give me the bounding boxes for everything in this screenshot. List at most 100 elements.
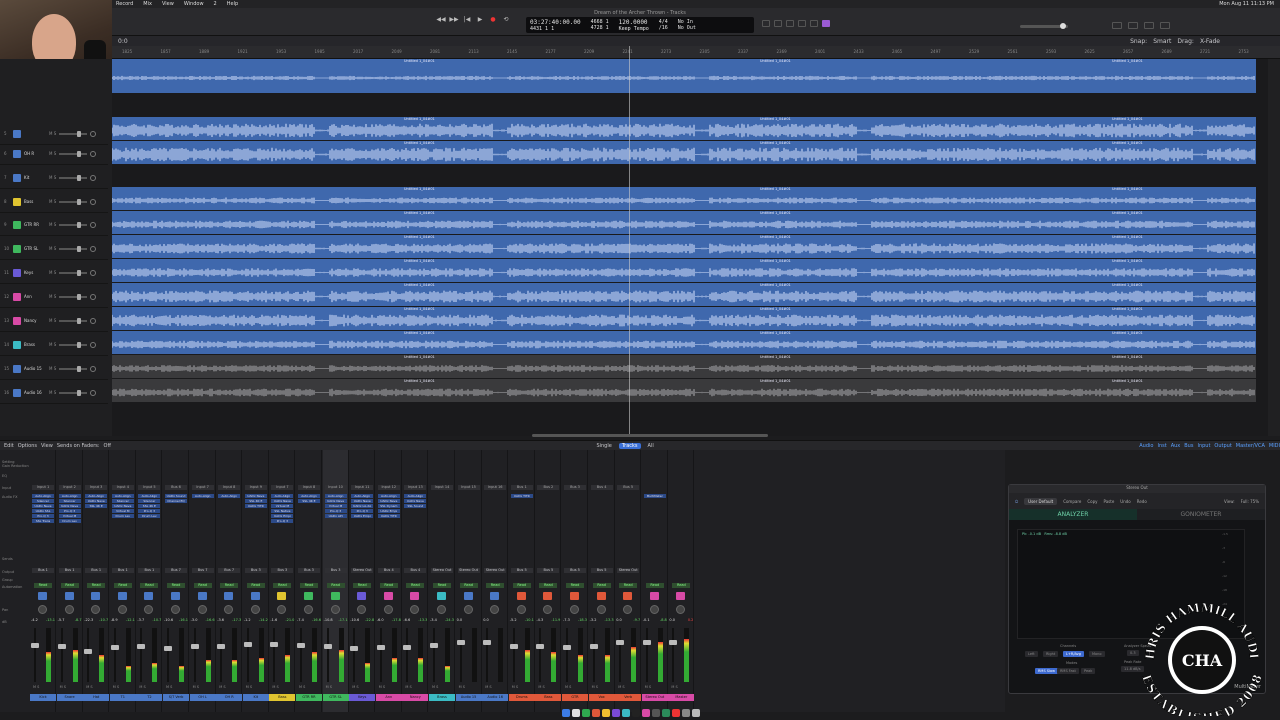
track-header[interactable]: 13 Nancy M S (0, 310, 108, 332)
peak-readout[interactable]: -10.7 (152, 618, 161, 622)
volume-readout[interactable]: -3.6 (217, 618, 224, 622)
audio-fx-slot[interactable]: UADx Neve (111, 504, 134, 508)
output-slot[interactable]: Stereo Out (431, 568, 453, 573)
region-label[interactable]: Untitled 1_04#01 (760, 187, 791, 191)
playhead[interactable] (629, 46, 630, 436)
peak-readout[interactable]: -13.3 (418, 618, 427, 622)
dock-app-icon[interactable] (582, 709, 590, 717)
pan-knob[interactable] (543, 605, 553, 614)
output-slot[interactable]: Bus 3 (244, 568, 267, 573)
volume-readout[interactable]: -3.0 (191, 618, 198, 622)
audio-fx-slot[interactable]: UADx Neve (271, 499, 294, 503)
list-editors-icon[interactable] (1112, 22, 1122, 29)
go-to-start-icon[interactable]: |◀ (462, 14, 472, 24)
volume-readout[interactable]: -3.7 (137, 618, 144, 622)
track-volume-slider[interactable] (59, 389, 88, 396)
channel-strip[interactable]: Bus 3 Bus 5 Read -7.3 -18.3 M S GTR (562, 450, 588, 712)
mixer-filter-inst[interactable]: Inst (1157, 443, 1166, 449)
pan-knob[interactable] (91, 605, 101, 614)
volume-fader[interactable] (536, 628, 545, 682)
audio-fx-slot[interactable]: SSL 4K E (298, 499, 320, 503)
track-name[interactable]: OH R (24, 151, 46, 156)
pan-knob[interactable] (171, 605, 180, 614)
track-volume-slider[interactable] (59, 150, 88, 157)
audio-fx-slot[interactable]: Virtual M (58, 514, 81, 518)
audio-fx-slot[interactable]: UADx Neve (404, 499, 427, 503)
pan-knob[interactable] (463, 605, 473, 614)
output-slot[interactable]: Bus 5 (510, 568, 533, 573)
audio-fx-slot[interactable]: Pro-Q 3 (138, 509, 161, 513)
dock-app-icon[interactable] (652, 709, 660, 717)
analyzer-speed-value[interactable]: 0.3 (1127, 650, 1139, 656)
input-slot[interactable]: Input 7 (271, 485, 294, 490)
channel-name[interactable]: Snare (56, 694, 83, 701)
volume-fader[interactable] (243, 628, 252, 682)
mute-solo-buttons[interactable]: M S (49, 222, 56, 227)
channel-mono[interactable]: Mono (1089, 651, 1105, 657)
peak-readout[interactable]: -11.9 (551, 618, 560, 622)
audio-fx-slot[interactable]: Auto-Align (271, 494, 294, 498)
output-slot[interactable]: Bus 4 (404, 568, 427, 573)
track-pan-knob[interactable] (90, 174, 97, 181)
mute-solo-buttons[interactable]: M S (166, 685, 172, 689)
automation-mode[interactable]: Read (512, 583, 531, 588)
mixer-mode-tracks[interactable]: Tracks (618, 442, 641, 449)
channel-strip[interactable]: Input 2 Auto-Align Silencer UADx Neve Pro-Q … (56, 450, 83, 712)
fader-cap[interactable] (270, 642, 279, 648)
volume-fader[interactable] (57, 628, 66, 682)
audio-fx-slot[interactable]: UADx Neve (324, 499, 347, 503)
region-label[interactable]: Untitled 1_04#01 (404, 379, 435, 383)
group-slot[interactable] (410, 592, 420, 600)
low-latency-icon[interactable] (822, 20, 830, 27)
input-slot[interactable]: Input 1 (32, 485, 54, 490)
peak-readout[interactable]: -16.6 (312, 618, 321, 622)
track-pan-knob[interactable] (90, 130, 97, 137)
audio-fx-slot[interactable]: Virtual M (324, 504, 347, 508)
pan-knob[interactable] (490, 605, 500, 614)
pan-knob[interactable] (38, 605, 47, 614)
volume-fader[interactable] (137, 628, 146, 682)
undo-button[interactable]: Undo (1120, 499, 1130, 504)
dock-app-icon[interactable] (622, 709, 630, 717)
mute-solo-buttons[interactable]: M S (60, 685, 66, 689)
audio-fx-slot[interactable]: UADx API (324, 514, 347, 518)
dock-app-icon[interactable] (662, 709, 670, 717)
channel-name[interactable]: GTR SL (322, 694, 349, 701)
fader-cap[interactable] (243, 642, 252, 648)
mute-solo-buttons[interactable]: M S (49, 151, 56, 156)
channel-strip[interactable]: Read 0.0 0.2 M S Master (668, 450, 695, 712)
audio-fx-slot[interactable]: SSL Sound (404, 504, 427, 508)
region-label[interactable]: Untitled 1_04#01 (760, 331, 791, 335)
group-slot[interactable] (250, 592, 260, 600)
peak-readout[interactable]: 0.2 (688, 618, 694, 622)
track-name[interactable]: GTR SL (24, 246, 46, 251)
group-slot[interactable] (516, 592, 526, 600)
region-label[interactable]: Untitled 1_04#01 (760, 117, 791, 121)
track-header[interactable]: 9 GTR RR M S (0, 214, 108, 236)
mute-solo-buttons[interactable]: M S (139, 685, 145, 689)
region-label[interactable]: Untitled 1_04#01 (404, 259, 435, 263)
track-volume-slider[interactable] (59, 269, 88, 276)
volume-readout[interactable]: -10.6 (164, 618, 173, 622)
mute-solo-buttons[interactable]: M S (326, 685, 332, 689)
mute-solo-buttons[interactable]: M S (49, 199, 56, 204)
channel-strip[interactable]: Input 4 Auto-Align Silencer UADx Neve Virtua… (109, 450, 136, 712)
channel-lr-avg[interactable]: L+R/Avg (1063, 651, 1084, 657)
mixer-filter-mastervca[interactable]: Master/VCA (1236, 443, 1265, 449)
automation-mode[interactable]: Read (113, 583, 132, 588)
track-name[interactable]: Nancy (24, 318, 46, 323)
dock-app-icon[interactable] (572, 709, 580, 717)
channel-right[interactable]: Right (1043, 651, 1059, 657)
volume-fader[interactable] (323, 628, 332, 682)
mute-solo-buttons[interactable]: M S (671, 685, 677, 689)
record-icon[interactable]: ● (488, 14, 498, 24)
automation-mode[interactable]: Read (60, 583, 79, 588)
metronome-icon[interactable] (810, 20, 818, 27)
automation-mode[interactable]: Read (273, 583, 292, 588)
output-slot[interactable]: Bus 1 (138, 568, 161, 573)
region-label[interactable]: Untitled 1_04#01 (404, 141, 435, 145)
track-lane[interactable]: Untitled 1_04#01 Untitled 1_04#01 Untitled… (112, 331, 1256, 354)
region-label[interactable]: Untitled 1_04#01 (760, 235, 791, 239)
mute-solo-buttons[interactable]: M S (538, 685, 544, 689)
mixer-filter-aux[interactable]: Aux (1171, 443, 1181, 449)
